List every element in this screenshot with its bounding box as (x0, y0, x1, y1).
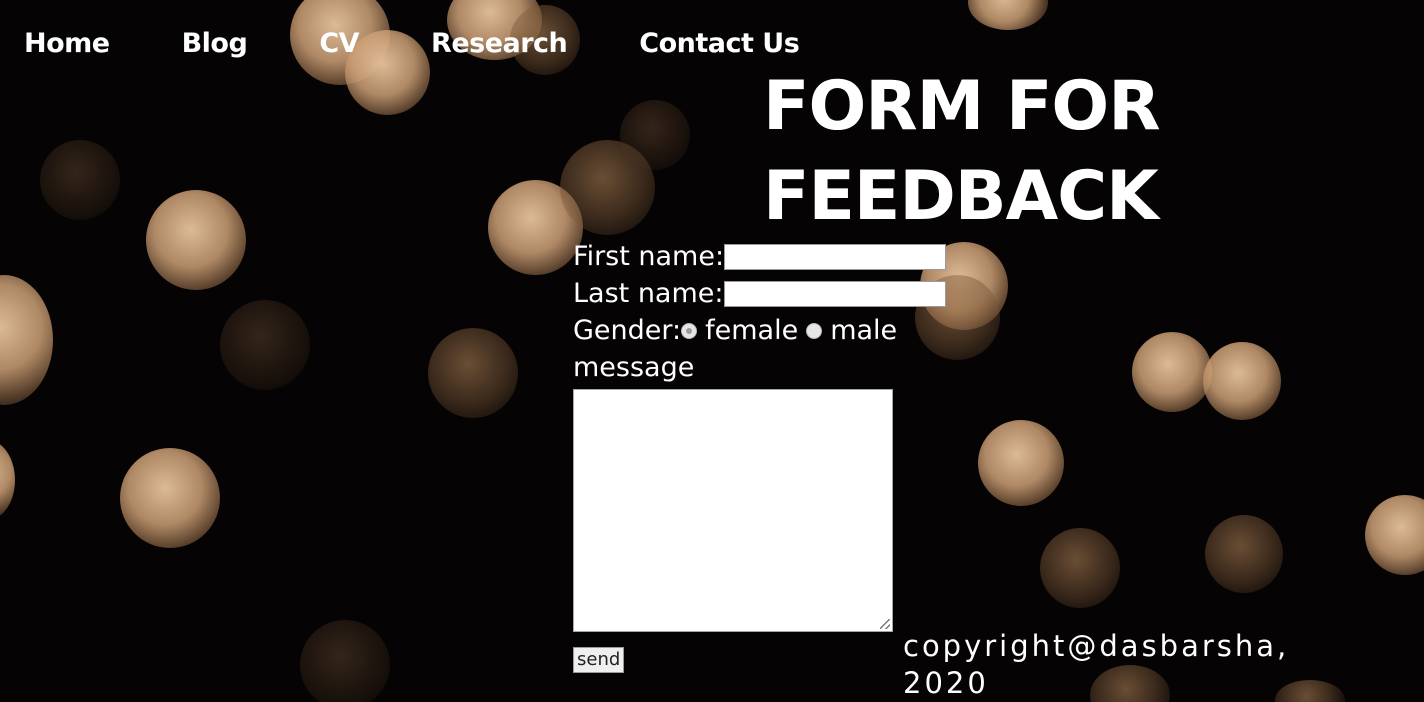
first-name-label: First name: (573, 241, 725, 272)
nav-contact-link[interactable]: Contact Us (639, 28, 800, 59)
bokeh-light (120, 448, 220, 548)
message-textarea[interactable] (573, 389, 893, 632)
page-title: FORM FOR FEEDBACK (763, 62, 1163, 242)
send-button[interactable]: send (573, 647, 625, 673)
male-radio[interactable] (806, 322, 823, 339)
bokeh-light (620, 100, 690, 170)
message-label-row: message (573, 349, 946, 386)
first-name-input[interactable] (724, 243, 947, 270)
first-name-row: First name: (573, 238, 947, 275)
page-title-line2: FEEDBACK (763, 157, 1159, 236)
bokeh-light (1205, 515, 1283, 593)
bokeh-light (146, 190, 246, 290)
bokeh-light (1365, 495, 1424, 575)
last-name-row: Last name: (573, 275, 946, 312)
bokeh-light (1203, 342, 1281, 420)
bokeh-light (978, 420, 1064, 506)
female-radio-label: female (705, 315, 799, 346)
bokeh-light (1132, 332, 1212, 412)
nav-cv-link[interactable]: CV (319, 28, 359, 59)
male-radio-label: male (830, 315, 898, 346)
bokeh-light (428, 328, 518, 418)
last-name-input[interactable] (723, 280, 946, 307)
resize-grip-icon[interactable] (880, 619, 890, 629)
nav-home-link[interactable]: Home (24, 28, 110, 59)
page-title-line1: FORM FOR (763, 67, 1161, 146)
top-navigation: Home Blog CV Research Contact Us (24, 28, 871, 59)
nav-blog-link[interactable]: Blog (182, 28, 248, 59)
copyright-text: copyright@dasbarsha, 2020 (903, 628, 1303, 702)
bokeh-light (0, 440, 15, 520)
copyright-line2: 2020 (903, 666, 989, 700)
bokeh-light (1040, 528, 1120, 608)
female-radio[interactable] (681, 322, 698, 339)
nav-research-link[interactable]: Research (431, 28, 568, 59)
bokeh-light (40, 140, 120, 220)
gender-label: Gender: (573, 315, 682, 346)
copyright-line1: copyright@dasbarsha, (903, 629, 1290, 663)
bokeh-light (220, 300, 310, 390)
gender-row: Gender: female male (573, 312, 946, 349)
feedback-form: First name: Last name: Gender: female ma… (573, 238, 947, 675)
bokeh-light (300, 620, 390, 702)
bokeh-light (0, 275, 53, 405)
bokeh-light (968, 0, 1048, 30)
last-name-label: Last name: (573, 278, 724, 309)
message-label: message (573, 352, 695, 383)
